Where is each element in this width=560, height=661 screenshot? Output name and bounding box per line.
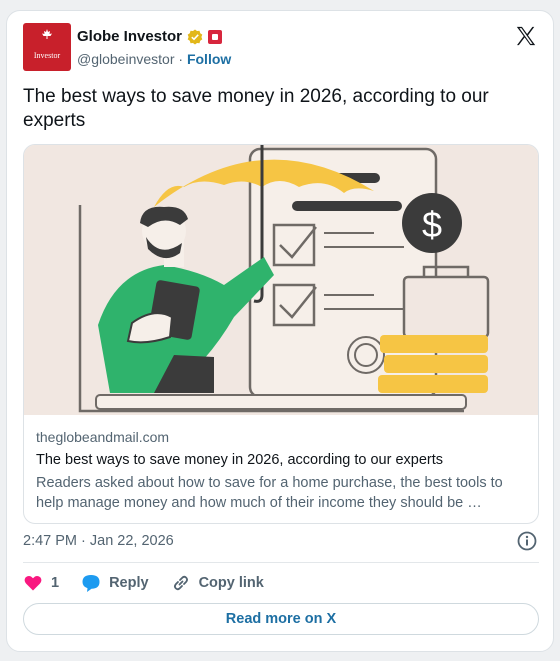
link-description: Readers asked about how to save for a ho… — [36, 475, 503, 511]
x-logo-icon[interactable] — [515, 25, 537, 47]
avatar-wordmark: Investor — [33, 51, 61, 60]
account-avatar[interactable]: Investor — [23, 23, 71, 71]
link-title: The best ways to save money in 2026, acc… — [36, 452, 444, 468]
actions-divider — [23, 562, 539, 563]
heart-icon — [24, 575, 42, 591]
article-illustration: $ — [24, 145, 538, 415]
account-name-row: Globe Investor — [77, 28, 223, 45]
reply-label: Reply — [109, 575, 149, 591]
svg-text:$: $ — [422, 204, 442, 245]
account-handle[interactable]: @globeinvestor — [77, 51, 175, 67]
account-handle-row: @globeinvestor · Follow — [77, 51, 231, 67]
speech-bubble-icon — [82, 575, 100, 592]
embedded-post-card: Investor Globe Investor @globeinvestor ·… — [6, 10, 554, 652]
link-domain: theglobeandmail.com — [36, 429, 170, 445]
post-actions-bar: 1 Reply Copy link — [23, 573, 286, 593]
post-timestamp[interactable]: 2:47 PM · Jan 22, 2026 — [23, 533, 174, 549]
link-preview-card[interactable]: $ theglobeandmail.com The best ways to s… — [23, 144, 539, 524]
copy-link-label: Copy link — [198, 575, 264, 591]
reply-button[interactable]: Reply — [81, 573, 149, 593]
post-text: The best ways to save money in 2026, acc… — [23, 86, 489, 131]
like-button[interactable]: 1 — [23, 573, 59, 593]
like-count: 1 — [51, 575, 60, 591]
account-name[interactable]: Globe Investor — [77, 28, 182, 45]
read-more-button[interactable]: Read more on X — [23, 603, 539, 635]
follow-button[interactable]: Follow — [187, 51, 231, 67]
gold-verified-badge-icon — [187, 29, 203, 44]
link-icon — [173, 575, 188, 591]
maple-leaf-icon — [42, 29, 52, 39]
copy-link-button[interactable]: Copy link — [171, 573, 264, 593]
info-icon[interactable] — [517, 531, 537, 551]
handle-separator: · — [178, 51, 184, 67]
affiliate-flag-icon — [208, 29, 223, 44]
link-preview-meta: theglobeandmail.com The best ways to sav… — [36, 429, 528, 513]
